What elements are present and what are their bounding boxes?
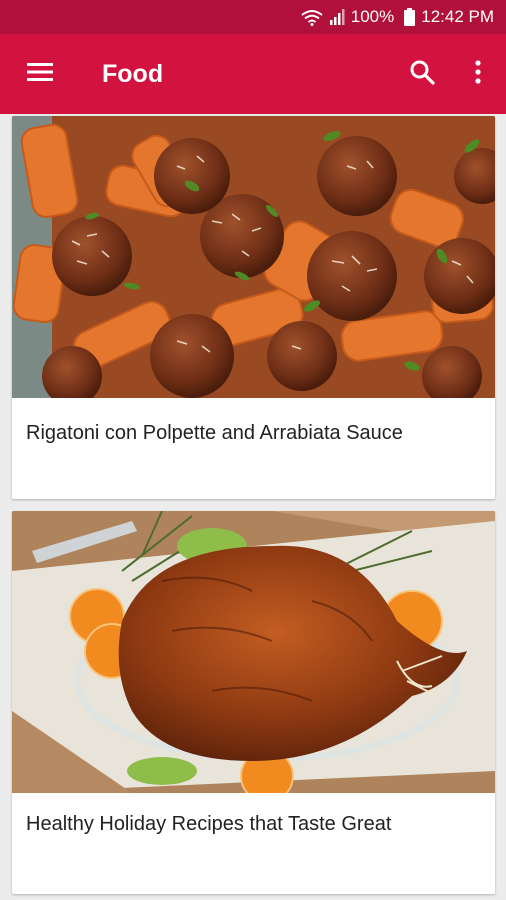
- article-title[interactable]: Rigatoni con Polpette and Arrabiata Sauc…: [12, 422, 417, 445]
- menu-button[interactable]: [0, 34, 80, 114]
- overflow-menu-button[interactable]: [450, 34, 506, 114]
- search-icon: [409, 59, 435, 90]
- page-title: Food: [102, 59, 164, 88]
- signal-icon: [329, 9, 345, 25]
- wifi-icon: [301, 9, 323, 26]
- app-bar: Food: [0, 34, 506, 114]
- status-time: 12:42 PM: [421, 7, 494, 26]
- article-feed[interactable]: Rigatoni con Polpette and Arrabiata Sauc…: [0, 114, 506, 900]
- battery-icon: [404, 8, 416, 26]
- search-button[interactable]: [394, 34, 450, 114]
- status-bar: 100% 12:42 PM: [0, 0, 506, 34]
- article-card[interactable]: Healthy Holiday Recipes that Taste Great: [12, 511, 495, 894]
- roast-chicken-image[interactable]: [12, 511, 495, 793]
- article-title[interactable]: Healthy Holiday Recipes that Taste Great: [12, 813, 405, 836]
- more-vert-icon: [475, 59, 481, 89]
- battery-percent: 100%: [350, 7, 395, 26]
- menu-icon: [27, 62, 53, 87]
- pasta-meatballs-image[interactable]: [12, 116, 495, 398]
- article-card[interactable]: Rigatoni con Polpette and Arrabiata Sauc…: [12, 116, 495, 499]
